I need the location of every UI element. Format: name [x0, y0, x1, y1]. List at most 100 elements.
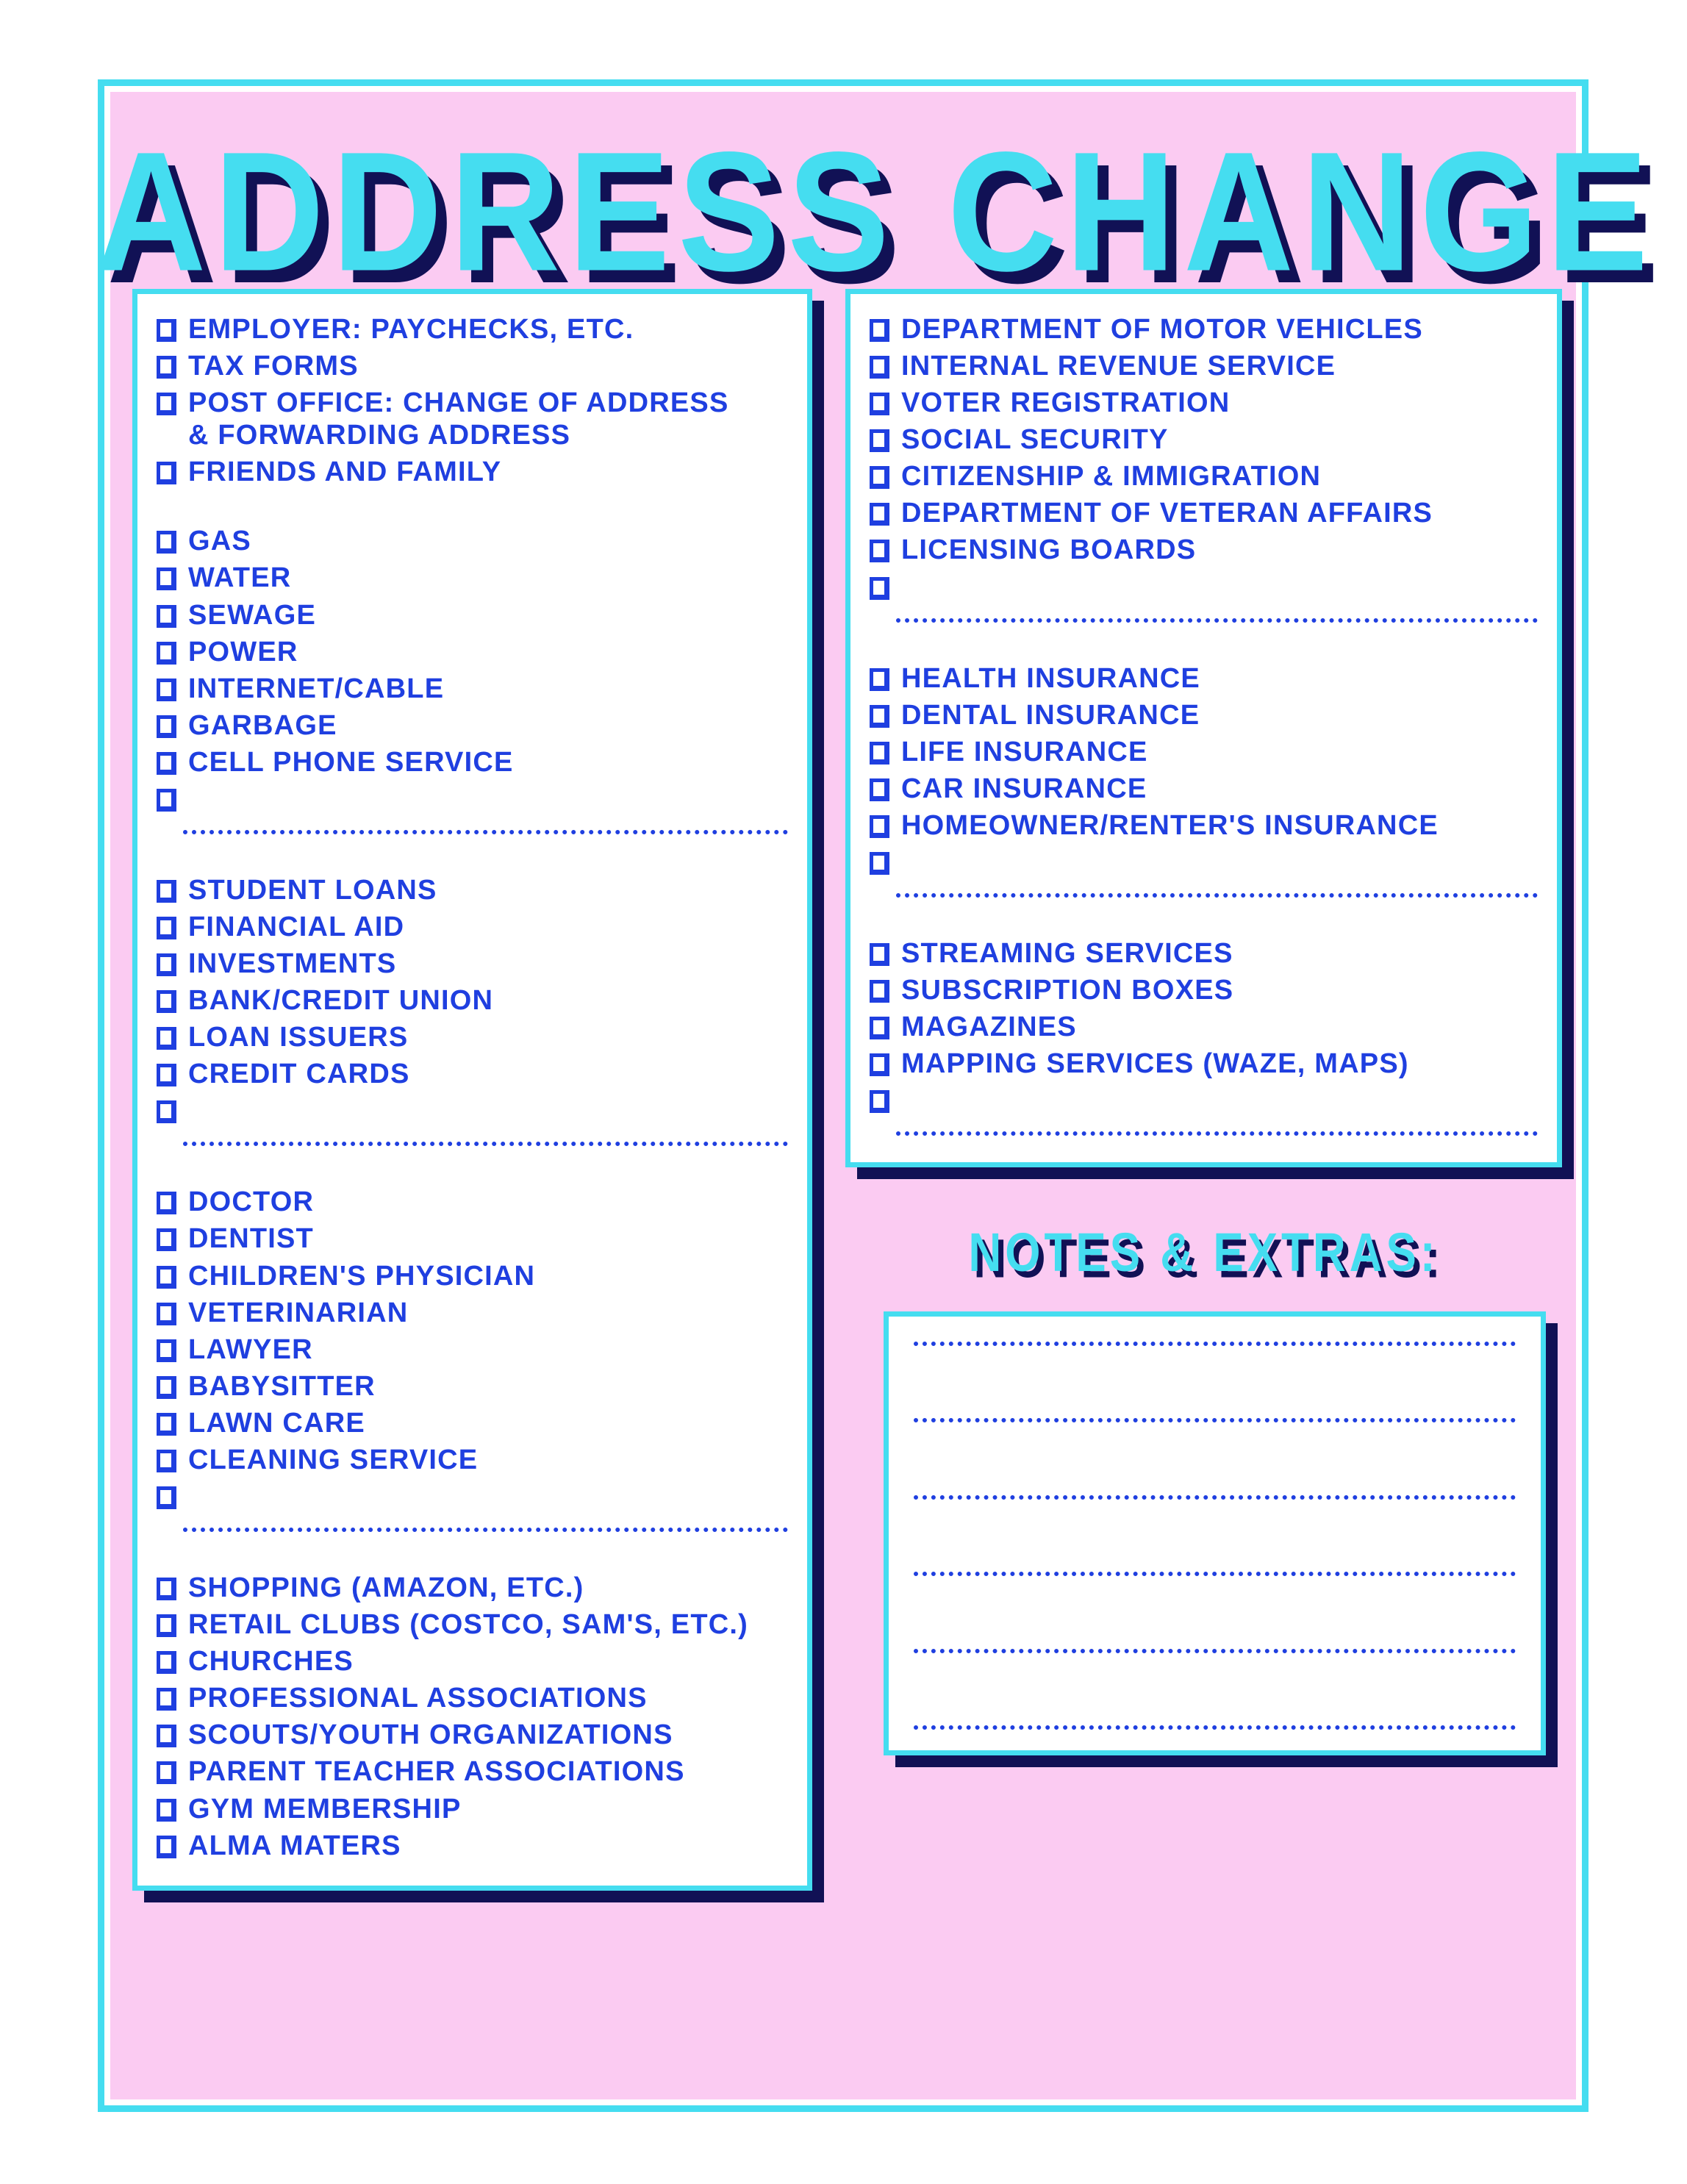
checklist-row[interactable]: CLEANING SERVICE — [157, 1444, 791, 1476]
checkbox-icon[interactable] — [870, 1017, 889, 1040]
checklist-row[interactable]: SHOPPING (AMAZON, ETC.) — [157, 1572, 791, 1604]
checklist-row[interactable]: CHILDREN'S PHYSICIAN — [157, 1260, 791, 1292]
checklist-row[interactable]: PROFESSIONAL ASSOCIATIONS — [157, 1682, 791, 1714]
checklist-row[interactable]: LICENSING BOARDS — [870, 534, 1541, 566]
checkbox-icon[interactable] — [157, 1100, 176, 1124]
checkbox-icon[interactable] — [157, 1375, 176, 1399]
checkbox-icon[interactable] — [157, 1064, 176, 1087]
checkbox-icon[interactable] — [157, 319, 176, 342]
checklist-row[interactable]: DEPARTMENT OF VETERAN AFFAIRS — [870, 497, 1541, 529]
checkbox-icon[interactable] — [157, 356, 176, 379]
notes-box[interactable] — [884, 1311, 1546, 1755]
checklist-row[interactable]: BANK/CREDIT UNION — [157, 984, 791, 1017]
checkbox-icon[interactable] — [870, 704, 889, 728]
notes-write-in-line[interactable] — [914, 1414, 1516, 1423]
checklist-row[interactable]: PARENT TEACHER ASSOCIATIONS — [157, 1755, 791, 1788]
checkbox-icon[interactable] — [870, 429, 889, 453]
checklist-row[interactable]: VOTER REGISTRATION — [870, 387, 1541, 419]
checkbox-icon[interactable] — [157, 641, 176, 665]
checkbox-icon[interactable] — [870, 356, 889, 379]
checklist-row[interactable]: HEALTH INSURANCE — [870, 662, 1541, 695]
checklist-row[interactable]: SUBSCRIPTION BOXES — [870, 974, 1541, 1006]
checklist-row[interactable]: DENTAL INSURANCE — [870, 699, 1541, 731]
checkbox-icon[interactable] — [157, 568, 176, 591]
checkbox-icon[interactable] — [157, 393, 176, 416]
checklist-row[interactable]: VETERINARIAN — [157, 1297, 791, 1329]
notes-write-in-line[interactable] — [914, 1337, 1516, 1346]
checklist-row[interactable]: LAWYER — [157, 1333, 791, 1366]
checkbox-icon[interactable] — [157, 1651, 176, 1675]
checklist-row[interactable]: DENTIST — [157, 1222, 791, 1255]
checklist-row-blank[interactable] — [157, 783, 791, 814]
checklist-row[interactable]: FRIENDS AND FAMILY — [157, 456, 791, 488]
checklist-row[interactable]: CITIZENSHIP & IMMIGRATION — [870, 460, 1541, 493]
checklist-row-blank[interactable] — [157, 1095, 791, 1125]
checklist-row-blank[interactable] — [870, 1084, 1541, 1115]
checkbox-icon[interactable] — [870, 980, 889, 1003]
checklist-row-blank[interactable] — [870, 571, 1541, 602]
checkbox-icon[interactable] — [157, 604, 176, 628]
checklist-row[interactable]: INVESTMENTS — [157, 948, 791, 980]
checkbox-icon[interactable] — [870, 942, 889, 966]
checklist-row[interactable]: STREAMING SERVICES — [870, 937, 1541, 970]
write-in-line[interactable] — [183, 826, 788, 834]
checkbox-icon[interactable] — [157, 1486, 176, 1510]
checklist-row[interactable]: SOCIAL SECURITY — [870, 423, 1541, 456]
checkbox-icon[interactable] — [157, 1339, 176, 1362]
checkbox-icon[interactable] — [870, 319, 889, 342]
checkbox-icon[interactable] — [157, 879, 176, 903]
checklist-row[interactable]: RETAIL CLUBS (COSTCO, SAM'S, ETC.) — [157, 1608, 791, 1641]
checkbox-icon[interactable] — [157, 1761, 176, 1785]
checklist-row[interactable]: LIFE INSURANCE — [870, 736, 1541, 768]
checkbox-icon[interactable] — [870, 1090, 889, 1114]
checklist-row-blank[interactable] — [157, 1481, 791, 1511]
checklist-row[interactable]: MAPPING SERVICES (WAZE, MAPS) — [870, 1048, 1541, 1080]
checklist-row[interactable]: GARBAGE — [157, 709, 791, 742]
checkbox-icon[interactable] — [157, 1578, 176, 1601]
checklist-row[interactable]: GAS — [157, 525, 791, 557]
checklist-row[interactable]: POST OFFICE: CHANGE OF ADDRESS & FORWARD… — [157, 387, 791, 451]
checkbox-icon[interactable] — [870, 540, 889, 563]
checkbox-icon[interactable] — [157, 990, 176, 1014]
checkbox-icon[interactable] — [157, 1725, 176, 1748]
notes-write-in-line[interactable] — [914, 1567, 1516, 1577]
checkbox-icon[interactable] — [157, 1688, 176, 1711]
write-in-line[interactable] — [183, 1523, 788, 1533]
checkbox-icon[interactable] — [157, 751, 176, 775]
checklist-row[interactable]: HOMEOWNER/RENTER'S INSURANCE — [870, 809, 1541, 842]
checkbox-icon[interactable] — [870, 741, 889, 765]
checkbox-icon[interactable] — [870, 1053, 889, 1077]
notes-write-in-line[interactable] — [914, 1721, 1516, 1730]
checkbox-icon[interactable] — [157, 1228, 176, 1252]
checklist-row[interactable]: DOCTOR — [157, 1186, 791, 1218]
checkbox-icon[interactable] — [157, 1192, 176, 1215]
checkbox-icon[interactable] — [157, 1265, 176, 1289]
checklist-row[interactable]: MAGAZINES — [870, 1011, 1541, 1043]
checkbox-icon[interactable] — [870, 778, 889, 801]
checklist-row[interactable]: SCOUTS/YOUTH ORGANIZATIONS — [157, 1719, 791, 1751]
checklist-row[interactable]: CHURCHES — [157, 1645, 791, 1678]
checklist-row[interactable]: TAX FORMS — [157, 350, 791, 382]
checkbox-icon[interactable] — [870, 466, 889, 490]
checkbox-icon[interactable] — [870, 814, 889, 838]
checkbox-icon[interactable] — [157, 1302, 176, 1325]
checklist-row[interactable]: CREDIT CARDS — [157, 1058, 791, 1090]
write-in-line[interactable] — [183, 1137, 788, 1147]
checklist-row[interactable]: POWER — [157, 636, 791, 668]
checkbox-icon[interactable] — [157, 1614, 176, 1638]
checklist-row[interactable]: SEWAGE — [157, 599, 791, 631]
checkbox-icon[interactable] — [157, 1412, 176, 1436]
write-in-line[interactable] — [896, 889, 1538, 898]
checklist-row[interactable]: BABYSITTER — [157, 1370, 791, 1403]
checklist-row[interactable]: CELL PHONE SERVICE — [157, 746, 791, 778]
checklist-row[interactable]: WATER — [157, 562, 791, 594]
notes-write-in-line[interactable] — [914, 1491, 1516, 1500]
checklist-row[interactable]: INTERNAL REVENUE SERVICE — [870, 350, 1541, 382]
checklist-row[interactable]: GYM MEMBERSHIP — [157, 1793, 791, 1825]
checklist-row[interactable]: LAWN CARE — [157, 1407, 791, 1439]
checkbox-icon[interactable] — [870, 503, 889, 526]
checkbox-icon[interactable] — [157, 462, 176, 485]
checklist-row[interactable]: FINANCIAL AID — [157, 911, 791, 943]
checklist-row[interactable]: INTERNET/CABLE — [157, 673, 791, 705]
checklist-row[interactable]: STUDENT LOANS — [157, 874, 791, 906]
